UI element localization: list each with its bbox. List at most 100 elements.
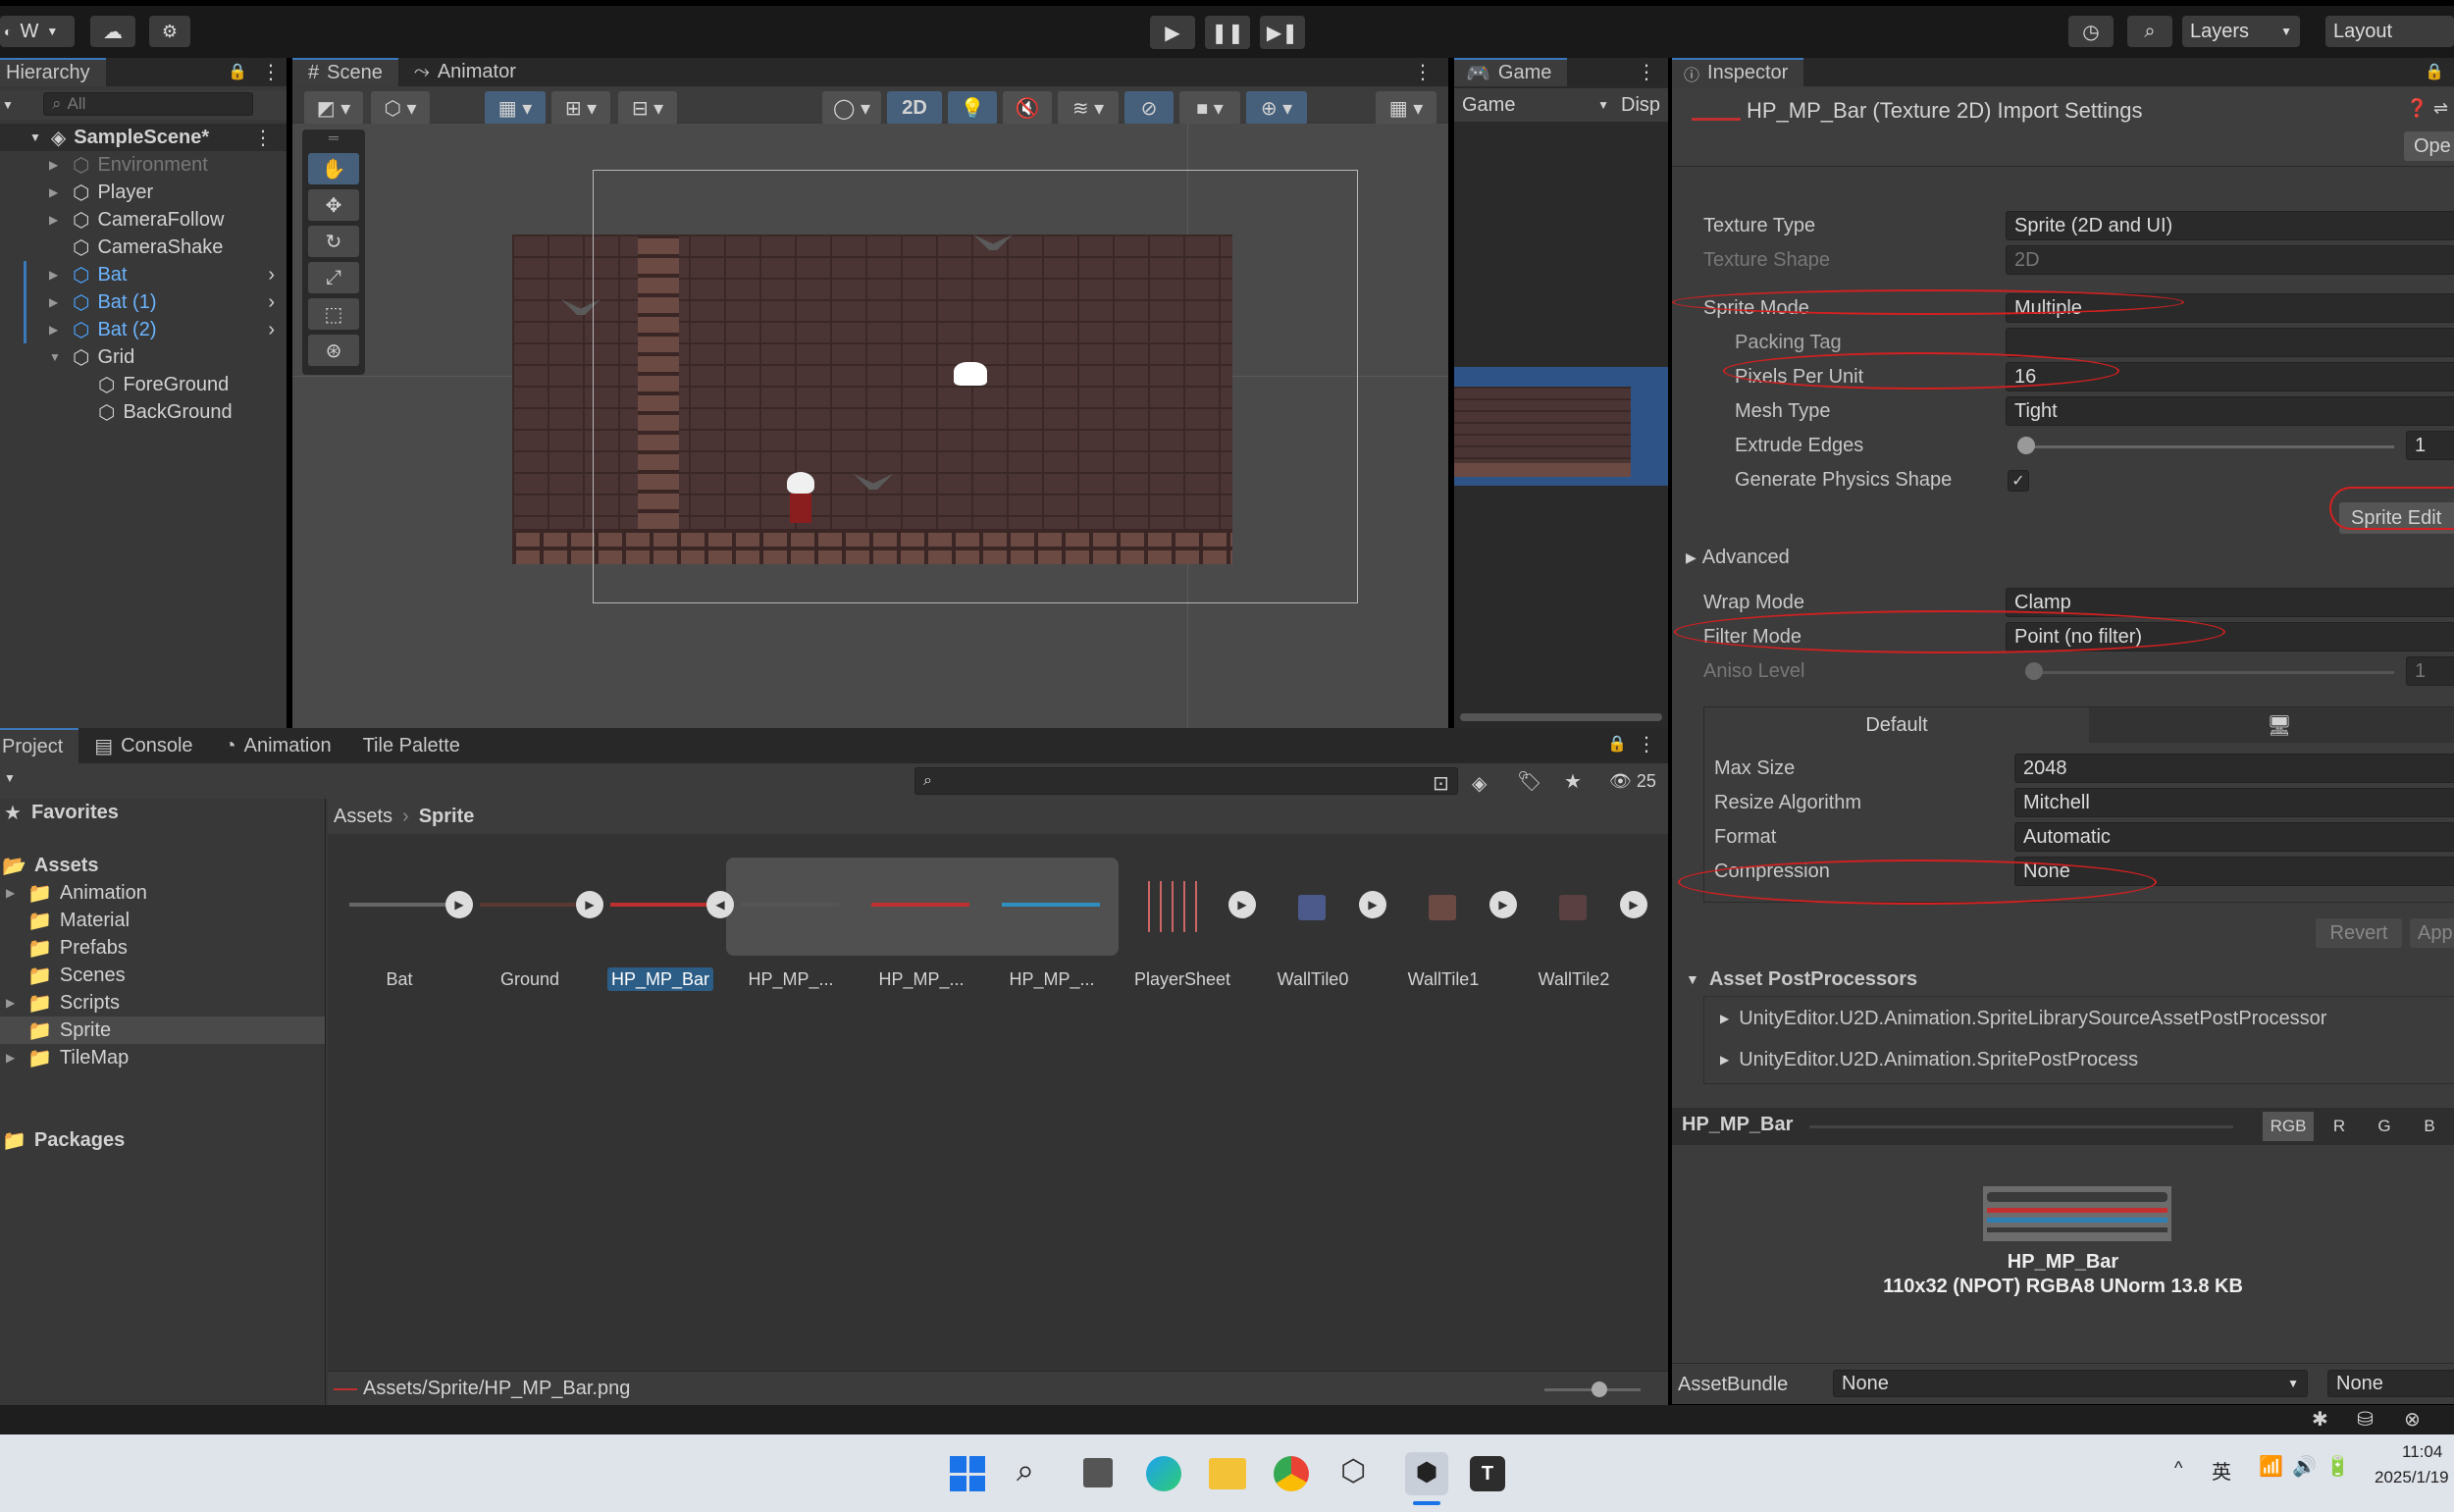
chevron-down-icon[interactable]: ▼: [49, 350, 65, 364]
asset-item[interactable]: HP_MP_...: [988, 858, 1116, 995]
chevron-right-icon[interactable]: ▶: [1686, 549, 1697, 566]
asset-item[interactable]: ▶ Bat: [336, 858, 473, 995]
project-folder[interactable]: ▶ 📁 TileMap: [0, 1044, 325, 1071]
lighting-toggle[interactable]: 💡: [948, 91, 997, 125]
tab-project[interactable]: Project: [0, 728, 79, 763]
hierarchy-item[interactable]: ▶ ⬡ Player: [0, 179, 287, 206]
tab-scene[interactable]: # Scene: [292, 58, 398, 86]
hierarchy-item[interactable]: ▶ ⬡ CameraFollow: [0, 206, 287, 234]
tab-animation[interactable]: ◔ Animation: [209, 728, 347, 763]
project-folder[interactable]: ▶ 📁 Scripts: [0, 989, 325, 1017]
game-viewport[interactable]: [1454, 367, 1668, 486]
project-folder[interactable]: 📁 Sprite: [0, 1017, 325, 1044]
star-icon[interactable]: ★: [1564, 769, 1582, 794]
step-button[interactable]: ▶❚: [1260, 16, 1305, 49]
texture-type-dropdown[interactable]: Sprite (2D and UI): [2006, 211, 2454, 240]
display-type-dropdown[interactable]: Game ▼: [1462, 94, 1609, 117]
account-dropdown[interactable]: ◐ W ▼: [0, 16, 75, 47]
icon-size-slider-thumb[interactable]: [1592, 1382, 1607, 1397]
search-button[interactable]: ⌕: [2127, 16, 2172, 47]
asset-item[interactable]: HP_MP_...: [727, 858, 855, 995]
asset-item[interactable]: ◀ HP_MP_Bar: [597, 858, 734, 995]
apply-button[interactable]: Appl: [2410, 918, 2454, 948]
advanced-foldout[interactable]: Advanced: [1702, 547, 1790, 569]
hierarchy-search-input[interactable]: ⌕ All: [43, 92, 253, 116]
mesh-type-dropdown[interactable]: Tight: [2006, 396, 2454, 426]
tab-game[interactable]: 🎮 Game: [1454, 58, 1568, 86]
ime-indicator[interactable]: 英: [2212, 1456, 2231, 1485]
hierarchy-item[interactable]: ⬡ CameraShake: [0, 234, 287, 261]
chevron-right-icon[interactable]: ▶: [49, 213, 65, 227]
hidden-packages-button[interactable]: 👁 25: [1609, 771, 1656, 792]
packing-tag-input[interactable]: [2006, 328, 2454, 357]
gizmo-draw-mode-button[interactable]: ◩ ▾: [304, 91, 363, 125]
tab-console[interactable]: ▤ Console: [78, 728, 208, 763]
cache-icon[interactable]: ⛁: [2357, 1407, 2374, 1432]
hierarchy-item[interactable]: ▼ ⬡ Grid: [0, 343, 287, 371]
scale-tool-button[interactable]: ⤢: [308, 262, 359, 293]
asset-item[interactable]: HP_MP_...: [858, 858, 985, 995]
layout-dropdown[interactable]: Layout: [2325, 16, 2454, 47]
rect-tool-button[interactable]: ⬚: [308, 298, 359, 330]
chevron-right-icon[interactable]: ▶: [49, 323, 65, 337]
more-icon[interactable]: ⋮: [1413, 60, 1433, 84]
more-icon[interactable]: ⋮: [1637, 60, 1656, 84]
tab-animator[interactable]: ⤳ Animator: [398, 58, 532, 86]
breadcrumb-assets[interactable]: Assets: [334, 806, 392, 828]
horizontal-scrollbar[interactable]: [1460, 713, 1662, 721]
hierarchy-item[interactable]: ▶ ⬡ Bat (2) ›: [0, 316, 287, 343]
filter-type-icon[interactable]: ◈: [1472, 771, 1487, 796]
favorites-label[interactable]: Favorites: [31, 802, 119, 824]
lock-icon[interactable]: 🔒: [1607, 734, 1627, 754]
chevron-right-icon[interactable]: ▶: [49, 158, 65, 172]
chevron-right-icon[interactable]: ›: [268, 319, 275, 341]
chevron-up-icon[interactable]: ^: [2174, 1458, 2182, 1479]
format-dropdown[interactable]: Automatic: [2014, 822, 2454, 852]
clock-time[interactable]: 11:04: [2402, 1442, 2442, 1462]
windows-start-icon[interactable]: [950, 1456, 985, 1491]
transform-tool-button[interactable]: ⊛: [308, 335, 359, 366]
rotate-tool-button[interactable]: ↻: [308, 226, 359, 257]
layers-dropdown[interactable]: Layers ▼: [2182, 16, 2300, 47]
mip-slider[interactable]: [1809, 1125, 2233, 1128]
drag-handle-icon[interactable]: ═: [302, 130, 365, 147]
chevron-right-icon[interactable]: ›: [268, 291, 275, 314]
increment-snap-button[interactable]: ⊟ ▾: [618, 91, 677, 125]
expand-subassets-icon[interactable]: ▶: [1620, 891, 1647, 918]
project-folder[interactable]: 📁 Prefabs: [0, 934, 325, 962]
grid-toggle-button[interactable]: ⊞ ▾: [551, 91, 610, 125]
preset-icon[interactable]: ⇌: [2433, 98, 2448, 119]
chevron-right-icon[interactable]: ▶: [1720, 1053, 1729, 1067]
grid-snap-button[interactable]: ▦ ▾: [485, 91, 546, 125]
asset-item[interactable]: ▶ WallTile1: [1380, 858, 1517, 995]
unity-hub-icon[interactable]: ⬡: [1340, 1454, 1366, 1488]
battery-icon[interactable]: 🔋: [2325, 1454, 2350, 1479]
hand-tool-button[interactable]: ✋: [308, 153, 359, 184]
typora-icon[interactable]: T: [1470, 1456, 1505, 1491]
asset-item[interactable]: ▶ PlayerSheet: [1119, 858, 1256, 995]
chevron-right-icon[interactable]: ▶: [49, 185, 65, 199]
lock-icon[interactable]: 🔒: [2425, 62, 2444, 81]
label-icon[interactable]: 🏷: [1517, 769, 1541, 794]
extrude-slider-track[interactable]: [2017, 445, 2394, 448]
project-folder[interactable]: ▶ 📁 Animation: [0, 879, 325, 907]
collab-button[interactable]: ⚙: [149, 16, 190, 47]
network-icon[interactable]: ⊗: [2404, 1407, 2421, 1432]
physics-shape-checkbox[interactable]: ✓: [2008, 470, 2029, 492]
project-folder[interactable]: 📁 Scenes: [0, 962, 325, 989]
chevron-down-icon[interactable]: ▼: [1686, 971, 1699, 987]
packages-root[interactable]: Packages: [34, 1129, 125, 1152]
more-icon[interactable]: ⋮: [1637, 732, 1656, 756]
toggle-2d-button[interactable]: 2D: [887, 91, 942, 125]
debug-icon[interactable]: ✱: [2312, 1407, 2328, 1432]
chevron-right-icon[interactable]: ▶: [6, 996, 20, 1010]
volume-icon[interactable]: 🔊: [2292, 1454, 2317, 1479]
gizmos-toggle[interactable]: ⊕ ▾: [1246, 91, 1307, 125]
search-by-type-icon[interactable]: ⊡: [1433, 771, 1449, 796]
more-icon[interactable]: ⋮: [253, 126, 273, 150]
postprocessor-item[interactable]: UnityEditor.U2D.Animation.SpritePostProc…: [1739, 1049, 2138, 1071]
breadcrumb-sprite[interactable]: Sprite: [419, 806, 475, 828]
asset-item[interactable]: ▶ WallTile2: [1510, 858, 1647, 995]
hierarchy-item[interactable]: ⬡ BackGround: [0, 398, 287, 426]
wifi-icon[interactable]: 📶: [2259, 1454, 2283, 1479]
